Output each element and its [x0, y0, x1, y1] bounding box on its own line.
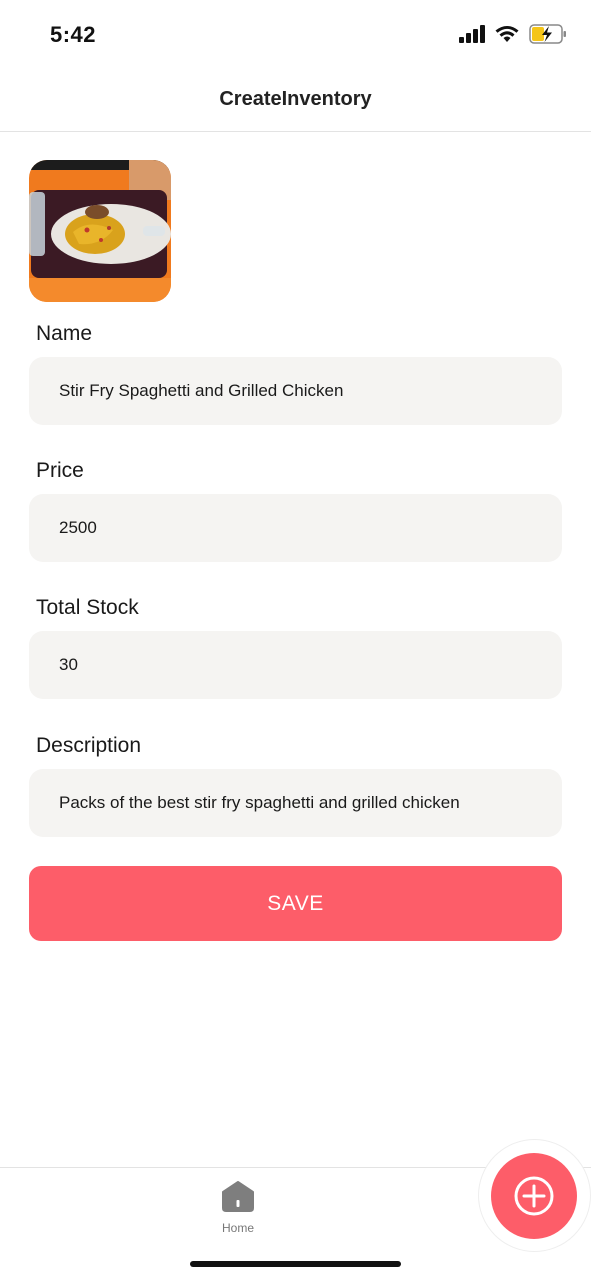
name-label: Name — [36, 322, 93, 345]
home-indicator — [190, 1261, 401, 1267]
tab-home[interactable]: Home — [208, 1180, 268, 1242]
name-field-box — [29, 357, 562, 425]
stock-label: Total Stock — [36, 596, 139, 619]
status-time: 5:42 — [50, 22, 97, 47]
stock-input[interactable] — [59, 631, 539, 699]
signal-icon — [459, 25, 485, 43]
description-field-box — [29, 769, 562, 837]
status-bar: 5:42 — [0, 0, 591, 70]
food-photo[interactable] — [29, 160, 171, 302]
nav-header: CreateInventory — [0, 70, 591, 132]
description-label: Description — [36, 734, 142, 757]
price-label: Price — [36, 459, 84, 482]
wifi-icon — [495, 26, 519, 42]
battery-icon — [529, 24, 566, 44]
price-input[interactable] — [59, 494, 539, 562]
status-icons — [459, 24, 567, 44]
plus-icon — [514, 1176, 554, 1216]
food-photo-image — [29, 160, 171, 302]
name-input[interactable] — [59, 357, 539, 425]
add-fab-button[interactable] — [491, 1153, 577, 1239]
description-input[interactable] — [59, 769, 539, 837]
stock-field-box — [29, 631, 562, 699]
page-title: CreateInventory — [219, 88, 372, 110]
save-button[interactable]: SAVE — [29, 866, 562, 941]
tab-home-label: Home — [221, 1221, 254, 1235]
price-field-box — [29, 494, 562, 562]
home-icon — [222, 1181, 254, 1212]
